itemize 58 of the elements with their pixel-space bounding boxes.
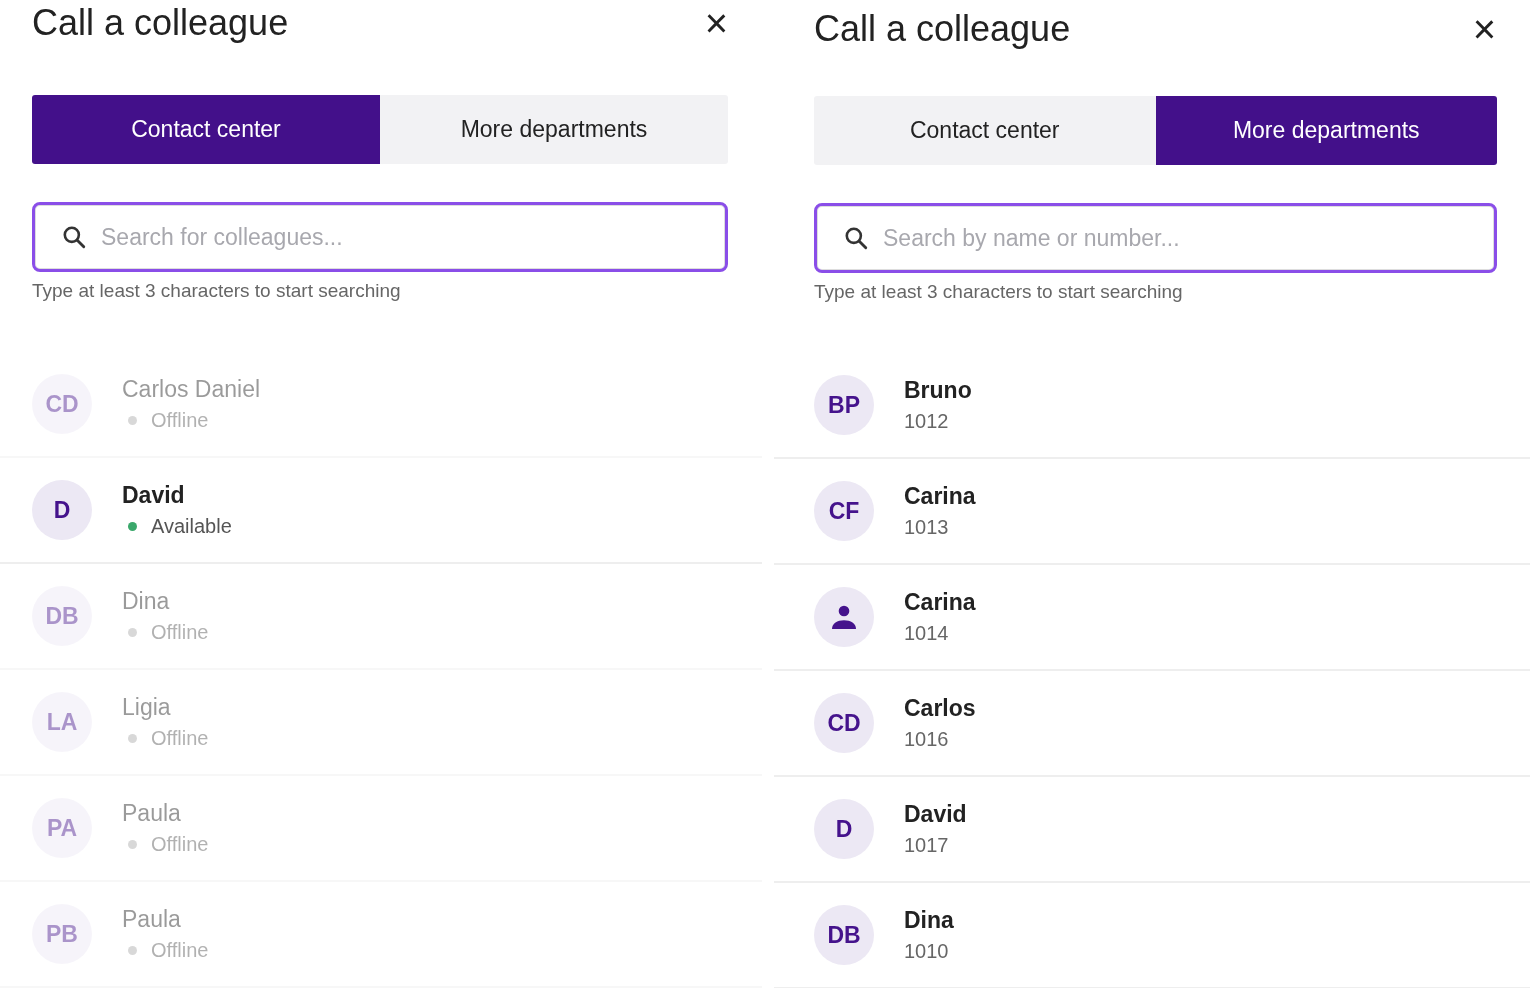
contact-name: Dina [122, 588, 171, 615]
contact-row[interactable]: Carina 1014 [774, 565, 1530, 671]
status-text: Offline [151, 409, 209, 432]
status-text: Offline [151, 727, 209, 750]
extension-number: 1010 [904, 940, 950, 963]
avatar: DB [32, 586, 92, 646]
status-text: Offline [151, 833, 209, 856]
tab[interactable]: More departments [380, 95, 728, 164]
contact-row[interactable]: D David 1017 [774, 777, 1530, 883]
contact-row[interactable]: CD Carlos 1016 [774, 671, 1530, 777]
contact-name: Carlos [904, 695, 976, 722]
contact-name: Bruno [904, 377, 972, 404]
status-text: Offline [151, 621, 209, 644]
status-text: Offline [151, 939, 209, 962]
tab[interactable]: Contact center [32, 95, 380, 164]
avatar: BP [814, 375, 874, 435]
contact-name: Carlos Daniel [122, 376, 261, 403]
close-button[interactable]: × [700, 3, 732, 43]
avatar: D [32, 480, 92, 540]
contact-row[interactable]: CF Carina 1013 [774, 459, 1530, 565]
contact-name: David [122, 482, 186, 509]
hint-text: Type at least 3 characters to start searching [814, 281, 1184, 303]
search-field[interactable]: Search by name or number... [814, 203, 1497, 273]
search-input[interactable]: Search for colleagues... [99, 222, 699, 252]
avatar: CD [814, 693, 874, 753]
contact-name: Paula [122, 906, 182, 933]
tab[interactable]: Contact center [814, 96, 1156, 165]
hint-text: Type at least 3 characters to start searching [32, 280, 402, 302]
avatar: LA [32, 692, 92, 752]
avatar: CD [32, 374, 92, 434]
contact-name: Ligia [122, 694, 172, 721]
search-icon [843, 225, 869, 251]
close-button[interactable]: × [1468, 9, 1500, 49]
avatar: D [814, 799, 874, 859]
status-text: Available [151, 515, 232, 538]
contact-row[interactable]: DB Dina 1010 [774, 883, 1530, 988]
contact-name: Carina [904, 589, 976, 616]
contact-name: David [904, 801, 967, 828]
contact-name: Carina [904, 483, 976, 510]
dialog-title: Call a colleague [814, 8, 1071, 50]
extension-number: 1012 [904, 410, 950, 433]
extension-number: 1016 [904, 728, 950, 751]
avatar: CF [814, 481, 874, 541]
contact-name: Dina [904, 907, 954, 934]
avatar: PB [32, 904, 92, 964]
dialog-title: Call a colleague [32, 2, 289, 44]
extension-number: 1017 [904, 834, 950, 857]
contact-row[interactable]: D David Available [0, 458, 762, 564]
tab[interactable]: More departments [1155, 96, 1497, 165]
contact-name: Paula [122, 800, 182, 827]
extension-number: 1013 [904, 516, 950, 539]
search-field[interactable]: Search for colleagues... [32, 202, 728, 272]
contact-row[interactable]: BP Bruno 1012 [774, 353, 1530, 459]
avatar: DB [814, 905, 874, 965]
extension-number: 1014 [904, 622, 950, 645]
search-icon [61, 224, 87, 250]
search-input[interactable]: Search by name or number... [881, 223, 1468, 253]
avatar: PA [32, 798, 92, 858]
